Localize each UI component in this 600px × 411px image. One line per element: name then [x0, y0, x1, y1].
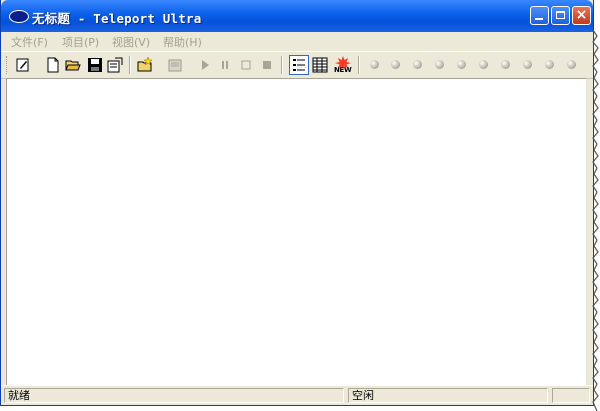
stop-icon[interactable]: [238, 57, 254, 73]
toolbar-separator: [358, 56, 360, 74]
menu-bar: 文件(F) 项目(P) 视图(V) 帮助(H): [1, 32, 593, 50]
app-icon[interactable]: [9, 10, 29, 23]
status-idle: 空闲: [348, 388, 548, 403]
details-view-icon[interactable]: [289, 55, 309, 75]
new-file-icon[interactable]: [45, 57, 61, 73]
menu-view[interactable]: 视图(V): [112, 34, 150, 50]
toolbar-grip[interactable]: [6, 56, 9, 74]
status-led-icon: [370, 60, 379, 69]
maximize-icon: [556, 11, 565, 19]
status-led-icon: [501, 60, 510, 69]
grid-view-icon[interactable]: [312, 57, 328, 73]
menu-file[interactable]: 文件(F): [11, 34, 48, 50]
play-icon[interactable]: [197, 57, 213, 73]
menu-file-key: (F): [33, 36, 48, 49]
torn-edge: [592, 30, 599, 411]
status-led-icon: [545, 60, 554, 69]
status-led-icon: [391, 60, 400, 69]
save-icon[interactable]: [87, 57, 103, 73]
minimize-icon: [535, 18, 543, 20]
new-project-icon[interactable]: [137, 57, 153, 73]
menu-help[interactable]: 帮助(H): [163, 34, 202, 50]
status-led-icon: [457, 60, 466, 69]
wizard-icon[interactable]: [15, 57, 31, 73]
status-led-icon: [523, 60, 532, 69]
open-folder-icon[interactable]: [65, 57, 81, 73]
pause-icon[interactable]: [217, 57, 233, 73]
menu-view-label: 视图: [112, 36, 134, 49]
menu-project[interactable]: 项目(P): [62, 34, 99, 50]
maximize-button[interactable]: [551, 6, 570, 25]
menu-project-key: (P): [84, 36, 100, 49]
status-led-icon: [479, 60, 488, 69]
toolbar: NEW: [1, 51, 593, 79]
main-content-area[interactable]: [6, 78, 587, 385]
menu-file-label: 文件: [11, 36, 33, 49]
stop-all-icon[interactable]: [259, 57, 275, 73]
status-led-icon: [413, 60, 422, 69]
menu-help-label: 帮助: [163, 36, 185, 49]
status-led-icon: [435, 60, 444, 69]
new-badge-icon[interactable]: NEW: [334, 55, 352, 75]
toolbar-separator: [129, 56, 131, 74]
menu-project-label: 项目: [62, 36, 84, 49]
status-ready: 就绪: [4, 388, 344, 403]
status-led-icon: [567, 60, 576, 69]
menu-view-key: (V): [134, 36, 151, 49]
status-extra: [552, 388, 590, 403]
window-title: 无标题 - Teleport Ultra: [32, 11, 202, 26]
menu-help-key: (H): [185, 36, 202, 49]
close-icon: ×: [575, 7, 588, 23]
minimize-button[interactable]: [530, 6, 549, 25]
properties-icon[interactable]: [107, 57, 123, 73]
new-badge-label: NEW: [334, 66, 352, 74]
app-window: 无标题 - Teleport Ultra × 文件(F) 项目(P) 视图(V)…: [0, 0, 594, 406]
status-bar: 就绪 空闲: [1, 385, 593, 405]
scan-icon[interactable]: [167, 57, 183, 73]
toolbar-separator: [281, 56, 283, 74]
close-button[interactable]: ×: [572, 6, 591, 25]
title-bar[interactable]: 无标题 - Teleport Ultra ×: [1, 0, 593, 32]
